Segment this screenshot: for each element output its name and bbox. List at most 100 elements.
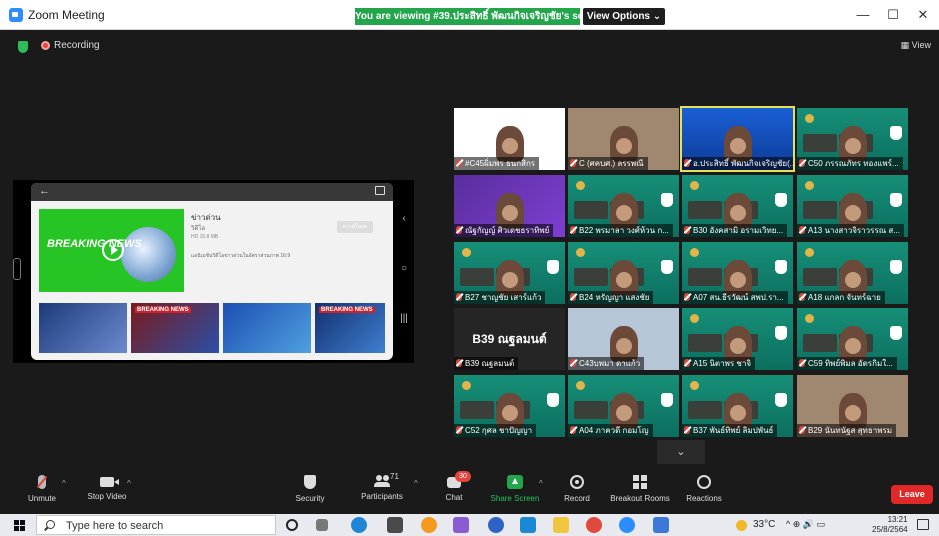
security-icon <box>304 475 316 489</box>
microphone-muted-icon <box>38 475 46 489</box>
stop-video-button[interactable]: Stop Video <box>82 475 132 501</box>
raised-hand-icon <box>547 260 559 274</box>
app-icon[interactable] <box>488 517 504 533</box>
participant-tile[interactable]: B37 พันธ์ทิพย์ ลิมปพันธ์ <box>682 375 793 437</box>
meeting-toolbar: Unmute ^ Stop Video ^ Security 71 Partic… <box>0 471 939 514</box>
breakout-rooms-icon <box>633 475 647 489</box>
participant-name: ณัฐกัญญ์ ศิวเดชธราทิพย์ <box>465 226 550 235</box>
share-options-caret[interactable]: ^ <box>539 479 543 488</box>
gallery-more-button[interactable]: ⌄ <box>657 440 705 464</box>
clock-date: 25/8/2564 <box>872 525 908 534</box>
maximize-button[interactable]: ☐ <box>883 6 903 24</box>
muted-mic-icon <box>799 159 805 167</box>
weather-icon[interactable] <box>736 520 747 531</box>
window-title: Zoom Meeting <box>28 8 105 22</box>
participant-tile[interactable]: C43บพมา ดาแก้ว <box>568 308 679 370</box>
participant-nameplate: B37 พันธ์ทิพย์ ลิมปพันธ์ <box>682 424 778 437</box>
participant-tile[interactable]: B29 นันทนัฐส สุทธาพรม <box>797 375 908 437</box>
mail-icon[interactable] <box>520 517 536 533</box>
app-icon[interactable] <box>653 517 669 533</box>
muted-mic-icon <box>570 293 576 301</box>
temperature: 33°C <box>753 519 776 530</box>
taskbar-search-box[interactable]: Type here to search <box>36 515 276 535</box>
muted-mic-icon <box>456 226 462 234</box>
raised-hand-icon <box>547 393 559 407</box>
minimize-button[interactable]: — <box>853 6 873 24</box>
chat-button[interactable]: 30 Chat <box>440 471 471 502</box>
reactions-button[interactable]: Reactions <box>684 475 724 503</box>
chrome-icon[interactable] <box>586 517 602 533</box>
system-tray-icons[interactable]: ^ ⊕ 🔊 ▭ <box>786 519 825 530</box>
muted-mic-icon <box>456 426 462 434</box>
participant-tile[interactable]: A04 ภาควดี กอมโญ <box>568 375 679 437</box>
muted-mic-icon <box>456 159 462 167</box>
muted-mic-icon <box>570 426 576 434</box>
zoom-icon[interactable] <box>619 517 635 533</box>
participant-tile[interactable]: A13 นางสาวจิราวรรณ ส... <box>797 175 908 237</box>
participant-nameplate: A04 ภาควดี กอมโญ <box>568 424 653 437</box>
video-options-caret[interactable]: ^ <box>127 479 131 488</box>
participant-tile[interactable]: B39 ณฐลมนต์ B39 ณฐลมนต์ <box>454 308 565 370</box>
edge-browser-icon[interactable] <box>351 517 367 533</box>
participant-tile[interactable]: C59 ทิพย์พิมล อัตรกิมใ... <box>797 308 908 370</box>
participant-tile[interactable]: A07 สน.ธีรวัฒน์ สพป.รา... <box>682 242 793 304</box>
file-explorer-icon[interactable] <box>553 517 569 533</box>
related-thumbnail: BREAKING NEWS <box>131 303 219 353</box>
title-bar: Zoom Meeting You are viewing #39.ประสิทธ… <box>0 0 939 30</box>
participant-name: B30 อังคสามิ อรามเวิทย... <box>693 226 784 235</box>
app-icon[interactable] <box>421 517 437 533</box>
participant-tile[interactable]: ณัฐกัญญ์ ศิวเดชธราทิพย์ <box>454 175 565 237</box>
participants-button[interactable]: 71 Participants <box>358 472 406 501</box>
view-button[interactable]: ▦ View <box>901 40 931 51</box>
app-icon[interactable] <box>453 517 469 533</box>
participant-nameplate: C43บพมา ดาแก้ว <box>568 357 645 370</box>
windows-start-icon[interactable] <box>14 520 25 531</box>
nav-home-icon: ○ <box>400 263 408 274</box>
reactions-label: Reactions <box>686 494 722 503</box>
audio-options-caret[interactable]: ^ <box>62 479 66 488</box>
windows-taskbar: Type here to search 33°C ^ ⊕ 🔊 ▭ 13:21 2… <box>0 514 939 536</box>
share-screen-label: Share Screen <box>490 494 540 503</box>
view-options-button[interactable]: View Options ⌄ <box>583 8 665 25</box>
close-button[interactable]: ✕ <box>913 6 933 24</box>
participant-nameplate: A13 นางสาวจิราวรรณ ส... <box>797 224 904 237</box>
participant-tile[interactable]: B22 พรมาลา วงศ์ห้วน ก... <box>568 175 679 237</box>
taskbar-clock[interactable]: 13:21 25/8/2564 <box>872 515 908 535</box>
participant-tile[interactable]: อ.ประสิทธิ์ พัฒนกิจเจริญชัย(... <box>682 108 793 170</box>
security-button[interactable]: Security <box>290 475 330 503</box>
security-label: Security <box>295 494 325 503</box>
participant-tile[interactable]: C50 ภรรณภัทร ทองแพร์... <box>797 108 908 170</box>
participant-tile[interactable]: C52 กุศล ชาปัญญา <box>454 375 565 437</box>
participant-nameplate: B24 หรัญญา แสงชัย <box>568 291 654 304</box>
participant-name: A18 แกลก จันทร์ฉาย <box>808 293 881 302</box>
meeting-area: Recording ▦ View ← BREAKING NEWS ข่าวด่ว… <box>0 30 939 471</box>
participant-tile[interactable]: C (ศคบศ.) ลรรพณี <box>568 108 679 170</box>
participant-nameplate: C52 กุศล ชาปัญญา <box>454 424 537 437</box>
participants-options-caret[interactable]: ^ <box>414 479 418 488</box>
raised-hand-icon <box>661 260 673 274</box>
participant-tile[interactable]: B24 หรัญญา แสงชัย <box>568 242 679 304</box>
raised-hand-icon <box>775 260 787 274</box>
participant-name: C43บพมา ดาแก้ว <box>579 359 641 368</box>
leave-button[interactable]: Leave <box>891 485 933 504</box>
participant-name: B24 หรัญญา แสงชัย <box>579 293 650 302</box>
search-icon <box>46 520 55 529</box>
participant-tile[interactable]: A15 นิตาพร ชาจิ <box>682 308 793 370</box>
share-screen-button[interactable]: Share Screen <box>488 475 542 503</box>
participant-tile[interactable]: B30 อังคสามิ อรามเวิทย... <box>682 175 793 237</box>
muted-mic-icon <box>570 159 576 167</box>
notification-icon[interactable] <box>917 519 929 530</box>
participant-tile[interactable]: A18 แกลก จันทร์ฉาย <box>797 242 908 304</box>
breaking-news-text: BREAKING NEWS <box>47 238 142 250</box>
video-size: HD 15.8 MB <box>191 234 219 240</box>
store-icon[interactable] <box>387 517 403 533</box>
task-view-icon[interactable] <box>316 519 328 531</box>
participant-tile[interactable]: #C45ผิ่มพร ธนกสิกร <box>454 108 565 170</box>
cortana-icon[interactable] <box>286 519 298 531</box>
breakout-rooms-button[interactable]: Breakout Rooms <box>607 475 673 503</box>
security-shield-icon[interactable] <box>18 41 28 53</box>
unmute-button[interactable]: Unmute <box>24 475 60 503</box>
participant-tile[interactable]: B27 ชาญชัย เสาร์แก้ว <box>454 242 565 304</box>
chat-icon: 30 <box>447 471 471 488</box>
record-button[interactable]: Record <box>561 475 593 503</box>
